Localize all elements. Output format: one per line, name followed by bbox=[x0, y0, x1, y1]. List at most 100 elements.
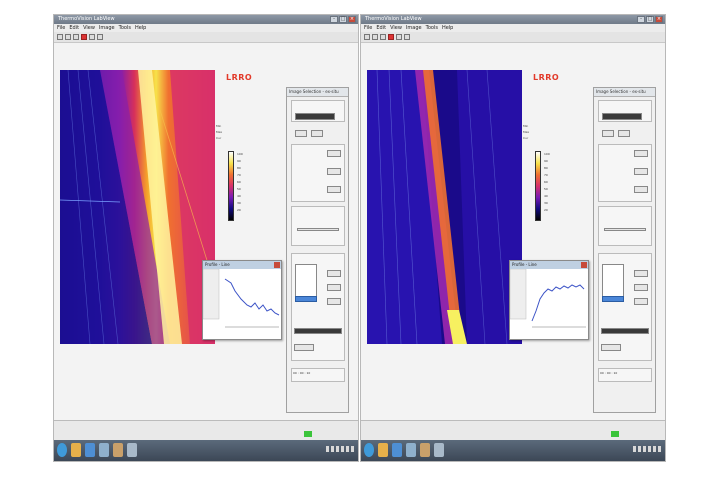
window-close-icon[interactable]: × bbox=[348, 16, 356, 23]
panel-btn-e[interactable] bbox=[634, 186, 648, 193]
menu-image[interactable]: Image bbox=[99, 24, 115, 32]
tool-stop-icon[interactable] bbox=[97, 34, 103, 40]
tool-zoom-icon[interactable] bbox=[380, 34, 386, 40]
browser-icon[interactable] bbox=[85, 443, 95, 457]
tray-icon[interactable] bbox=[633, 446, 636, 452]
panel-btn-a[interactable] bbox=[602, 130, 614, 137]
tool-record-icon[interactable] bbox=[388, 34, 394, 40]
cbar-tick: 70 bbox=[237, 173, 241, 177]
menu-view[interactable]: View bbox=[390, 24, 402, 32]
tool-record-icon[interactable] bbox=[81, 34, 87, 40]
title-bar: ThermoVision LabView - □ × bbox=[361, 15, 665, 24]
menu-file[interactable]: File bbox=[57, 24, 65, 32]
right-screenshot: ThermoVision LabView - □ × File Edit Vie… bbox=[360, 14, 666, 462]
menu-tools[interactable]: Tools bbox=[119, 24, 131, 32]
tray-icon[interactable] bbox=[346, 446, 349, 452]
panel-btn-h[interactable] bbox=[634, 298, 648, 305]
menu-file[interactable]: File bbox=[364, 24, 372, 32]
readout-labels: Min Max Cur bbox=[523, 123, 529, 141]
colorbar-ticks: 100 90 80 70 60 50 40 30 20 bbox=[544, 151, 550, 214]
panel-playback-bar[interactable] bbox=[601, 328, 649, 334]
panel-btn-f[interactable] bbox=[327, 270, 341, 277]
profile-graph-window[interactable]: Profile - Line bbox=[509, 260, 589, 340]
panel-btn-i[interactable] bbox=[601, 344, 621, 351]
tool-play-icon[interactable] bbox=[89, 34, 95, 40]
taskbar bbox=[54, 440, 358, 461]
menu-help[interactable]: Help bbox=[135, 24, 146, 32]
tool-zoom-icon[interactable] bbox=[73, 34, 79, 40]
menu-tools[interactable]: Tools bbox=[426, 24, 438, 32]
panel-slider[interactable] bbox=[604, 228, 646, 231]
app-icon[interactable] bbox=[113, 443, 123, 457]
panel-btn-g[interactable] bbox=[634, 284, 648, 291]
app-icon[interactable] bbox=[127, 443, 137, 457]
panel-playback-bar[interactable] bbox=[294, 328, 342, 334]
folder-icon[interactable] bbox=[71, 443, 81, 457]
panel-slider[interactable] bbox=[297, 228, 339, 231]
panel-list-selected[interactable] bbox=[602, 296, 624, 302]
tool-play-icon[interactable] bbox=[396, 34, 402, 40]
panel-btn-c[interactable] bbox=[327, 150, 341, 157]
tray-icon[interactable] bbox=[326, 446, 329, 452]
panel-btn-i[interactable] bbox=[294, 344, 314, 351]
menu-view[interactable]: View bbox=[83, 24, 95, 32]
start-orb-icon[interactable] bbox=[364, 443, 374, 457]
tray-icon[interactable] bbox=[638, 446, 641, 452]
panel-btn-e[interactable] bbox=[327, 186, 341, 193]
graph-close-icon[interactable] bbox=[581, 262, 587, 268]
taskbar bbox=[361, 440, 665, 461]
tray-icon[interactable] bbox=[331, 446, 334, 452]
tool-save-icon[interactable] bbox=[372, 34, 378, 40]
window-min-icon[interactable]: - bbox=[637, 16, 645, 23]
panel-btn-a[interactable] bbox=[295, 130, 307, 137]
cbar-tick: 40 bbox=[544, 194, 548, 198]
folder-icon[interactable] bbox=[378, 443, 388, 457]
tray-icon[interactable] bbox=[648, 446, 651, 452]
tool-stop-icon[interactable] bbox=[404, 34, 410, 40]
menu-help[interactable]: Help bbox=[442, 24, 453, 32]
panel-btn-f[interactable] bbox=[634, 270, 648, 277]
browser-icon[interactable] bbox=[392, 443, 402, 457]
start-orb-icon[interactable] bbox=[57, 443, 67, 457]
window-max-icon[interactable]: □ bbox=[339, 16, 347, 23]
status-indicator bbox=[611, 431, 619, 437]
panel-btn-h[interactable] bbox=[327, 298, 341, 305]
tray-icon[interactable] bbox=[351, 446, 354, 452]
panel-btn-d[interactable] bbox=[327, 168, 341, 175]
panel-title: Image Selection - ex-situ bbox=[287, 88, 348, 97]
menu-edit[interactable]: Edit bbox=[376, 24, 386, 32]
tray-icon[interactable] bbox=[653, 446, 656, 452]
workspace: LRRO Min Max Cur 100 90 80 70 60 50 40 3… bbox=[54, 43, 358, 421]
window-max-icon[interactable]: □ bbox=[646, 16, 654, 23]
tray-icon[interactable] bbox=[336, 446, 339, 452]
menu-image[interactable]: Image bbox=[406, 24, 422, 32]
readout-cur: Cur bbox=[523, 136, 529, 140]
menu-bar: File Edit View Image Tools Help bbox=[54, 24, 358, 32]
tool-save-icon[interactable] bbox=[65, 34, 71, 40]
profile-graph-window[interactable]: Profile - Line bbox=[202, 260, 282, 340]
panel-btn-c[interactable] bbox=[634, 150, 648, 157]
app-icon[interactable] bbox=[99, 443, 109, 457]
tray-icon[interactable] bbox=[643, 446, 646, 452]
graph-close-icon[interactable] bbox=[274, 262, 280, 268]
logo-text: LRRO bbox=[533, 73, 560, 82]
tray-icon[interactable] bbox=[658, 446, 661, 452]
tray-icon[interactable] bbox=[341, 446, 344, 452]
app-icon[interactable] bbox=[434, 443, 444, 457]
app-icon[interactable] bbox=[420, 443, 430, 457]
panel-btn-g[interactable] bbox=[327, 284, 341, 291]
cbar-tick: 20 bbox=[237, 208, 241, 212]
window-min-icon[interactable]: - bbox=[330, 16, 338, 23]
menu-edit[interactable]: Edit bbox=[69, 24, 79, 32]
tool-open-icon[interactable] bbox=[364, 34, 370, 40]
profile-plot bbox=[509, 268, 586, 328]
panel-btn-b[interactable] bbox=[618, 130, 630, 137]
status-strip bbox=[361, 420, 665, 440]
colorbar bbox=[228, 151, 234, 221]
panel-list-selected[interactable] bbox=[295, 296, 317, 302]
window-close-icon[interactable]: × bbox=[655, 16, 663, 23]
panel-btn-d[interactable] bbox=[634, 168, 648, 175]
panel-btn-b[interactable] bbox=[311, 130, 323, 137]
tool-open-icon[interactable] bbox=[57, 34, 63, 40]
app-icon[interactable] bbox=[406, 443, 416, 457]
